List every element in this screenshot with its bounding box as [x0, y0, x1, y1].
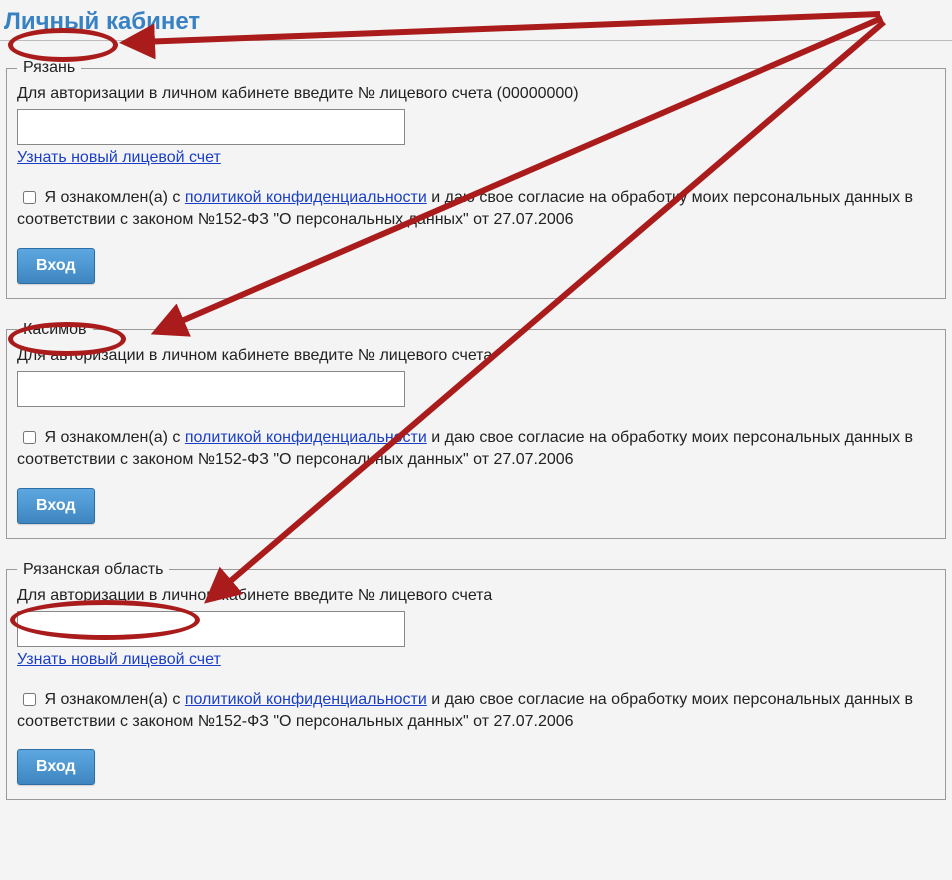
- policy-link[interactable]: политикой конфиденциальности: [185, 691, 427, 708]
- policy-link[interactable]: политикой конфиденциальности: [185, 429, 427, 446]
- account-number-input[interactable]: [17, 371, 405, 407]
- region-ryazan: Рязань Для авторизации в личном кабинете…: [6, 59, 946, 299]
- consent-prefix: Я ознакомлен(а) с: [44, 429, 184, 446]
- region-legend: Рязань: [17, 59, 81, 77]
- consent-row: Я ознакомлен(а) с политикой конфиденциал…: [17, 689, 935, 734]
- new-account-link[interactable]: Узнать новый лицевой счет: [17, 149, 221, 167]
- new-account-link[interactable]: Узнать новый лицевой счет: [17, 651, 221, 669]
- login-button[interactable]: Вход: [17, 248, 95, 284]
- region-legend: Касимов: [17, 321, 93, 339]
- consent-prefix: Я ознакомлен(а) с: [44, 189, 184, 206]
- instruction-text: Для авторизации в личном кабинете введит…: [17, 347, 935, 365]
- consent-checkbox[interactable]: [23, 693, 36, 706]
- consent-checkbox[interactable]: [23, 431, 36, 444]
- login-button[interactable]: Вход: [17, 488, 95, 524]
- consent-row: Я ознакомлен(а) с политикой конфиденциал…: [17, 187, 935, 232]
- policy-link[interactable]: политикой конфиденциальности: [185, 189, 427, 206]
- consent-checkbox[interactable]: [23, 191, 36, 204]
- instruction-text: Для авторизации в личном кабинете введит…: [17, 85, 935, 103]
- instruction-text: Для авторизации в личном кабинете введит…: [17, 587, 935, 605]
- region-legend: Рязанская область: [17, 561, 169, 579]
- page-title: Личный кабинет: [0, 0, 952, 41]
- account-number-input[interactable]: [17, 611, 405, 647]
- login-button[interactable]: Вход: [17, 749, 95, 785]
- region-ryazanskaya-oblast: Рязанская область Для авторизации в личн…: [6, 561, 946, 801]
- account-number-input[interactable]: [17, 109, 405, 145]
- region-kasimov: Касимов Для авторизации в личном кабинет…: [6, 321, 946, 539]
- consent-prefix: Я ознакомлен(а) с: [44, 691, 184, 708]
- consent-row: Я ознакомлен(а) с политикой конфиденциал…: [17, 427, 935, 472]
